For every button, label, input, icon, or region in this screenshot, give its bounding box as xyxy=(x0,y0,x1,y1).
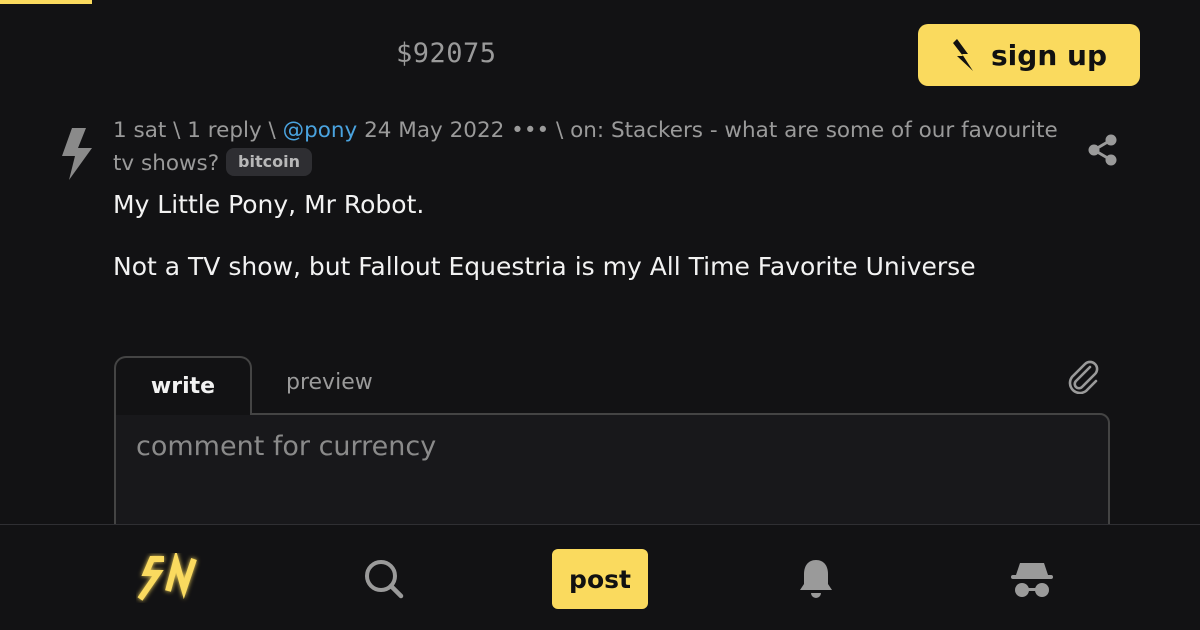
comment-paragraph: My Little Pony, Mr Robot. xyxy=(113,190,425,219)
share-icon[interactable] xyxy=(1086,133,1120,167)
btc-price[interactable]: $92075 xyxy=(396,38,497,69)
signup-button[interactable]: sign up xyxy=(918,24,1140,86)
page: $92075 sign up 1 sat \ 1 reply \ @pony 2… xyxy=(0,0,1200,630)
tab-write[interactable]: write xyxy=(114,356,252,415)
bell-icon[interactable] xyxy=(798,558,834,600)
post-date[interactable]: 24 May 2022 xyxy=(357,118,504,143)
meta-separator: \ xyxy=(261,118,283,143)
more-menu-button[interactable]: ••• xyxy=(504,118,549,143)
item-meta: 1 sat \ 1 reply \ @pony 24 May 2022 ••• … xyxy=(113,114,1073,180)
meta-separator: \ xyxy=(166,118,188,143)
author-link[interactable]: @pony xyxy=(283,118,358,143)
lightning-bolt-icon xyxy=(953,39,974,71)
parent-prefix: \ on: xyxy=(549,118,611,143)
bottom-nav: post xyxy=(0,524,1200,630)
paperclip-icon[interactable] xyxy=(1066,358,1100,394)
comment-paragraph: Not a TV show, but Fallout Equestria is … xyxy=(113,252,976,281)
upvote-bolt-icon[interactable] xyxy=(58,126,96,182)
signup-label: sign up xyxy=(991,38,1107,72)
sn-logo-icon[interactable] xyxy=(136,553,202,603)
tab-preview[interactable]: preview xyxy=(286,370,373,395)
reply-count[interactable]: 1 reply xyxy=(187,118,261,143)
territory-badge[interactable]: bitcoin xyxy=(226,148,312,176)
search-icon[interactable] xyxy=(363,558,405,600)
incognito-icon[interactable] xyxy=(1010,559,1054,599)
post-button[interactable]: post xyxy=(552,549,648,609)
top-accent-bar xyxy=(0,0,92,4)
sats-count: 1 sat xyxy=(113,118,167,143)
